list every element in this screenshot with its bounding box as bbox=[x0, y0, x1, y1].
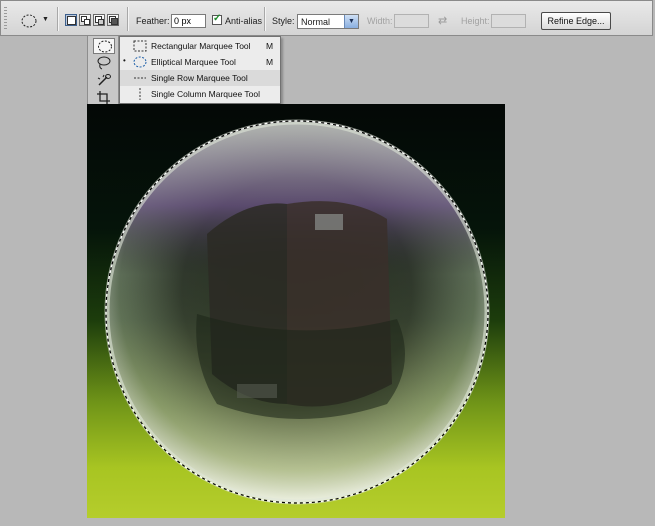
marquee-tool-button[interactable] bbox=[93, 38, 115, 54]
menu-item-label: Single Row Marquee Tool bbox=[151, 73, 248, 83]
style-select[interactable]: Normal ▼ bbox=[297, 14, 359, 29]
antialias-checkbox[interactable]: ✓ bbox=[212, 13, 222, 25]
feather-input[interactable] bbox=[171, 14, 206, 28]
single-column-marquee-icon bbox=[139, 88, 141, 100]
intersect-selection-icon bbox=[109, 16, 118, 25]
rectangle-marquee-icon bbox=[133, 40, 147, 52]
ellipse-marquee-icon bbox=[98, 40, 112, 53]
lasso-icon bbox=[97, 56, 111, 70]
refine-edge-button[interactable]: Refine Edge... bbox=[541, 12, 611, 30]
tool-preset-picker[interactable]: ▼ bbox=[18, 12, 52, 30]
chevron-down-icon[interactable]: ▼ bbox=[344, 15, 358, 28]
style-label: Style: bbox=[272, 16, 295, 26]
intersect-selection-button[interactable] bbox=[107, 14, 119, 26]
subtract-from-selection-button[interactable] bbox=[93, 14, 105, 26]
new-selection-button[interactable] bbox=[65, 14, 77, 26]
menu-item-shortcut: M bbox=[266, 41, 274, 51]
subtract-from-selection-icon bbox=[95, 16, 104, 25]
crop-tool-button[interactable] bbox=[93, 89, 115, 104]
single-row-marquee-icon bbox=[134, 77, 146, 79]
menu-item-elliptical-marquee[interactable]: • Elliptical Marquee Tool M bbox=[120, 54, 280, 70]
crop-icon bbox=[97, 91, 110, 104]
menu-item-shortcut: M bbox=[266, 57, 274, 67]
menu-item-label: Rectangular Marquee Tool bbox=[151, 41, 251, 51]
width-input[interactable] bbox=[394, 14, 429, 28]
selected-bullet-icon: • bbox=[123, 56, 126, 65]
ellipse-marquee-icon bbox=[133, 56, 147, 68]
ellipse-marquee-icon bbox=[21, 14, 37, 28]
bubble-photo bbox=[104, 119, 490, 505]
add-to-selection-button[interactable] bbox=[79, 14, 91, 26]
dropdown-arrow-icon: ▼ bbox=[42, 16, 49, 23]
marquee-tool-flyout-menu: Rectangular Marquee Tool M • Elliptical … bbox=[119, 36, 281, 104]
tools-panel bbox=[87, 36, 119, 104]
document-canvas[interactable] bbox=[87, 104, 505, 518]
checkmark-icon: ✓ bbox=[213, 13, 222, 24]
add-to-selection-icon bbox=[81, 16, 90, 25]
style-select-value: Normal bbox=[301, 17, 331, 27]
swap-width-height-icon[interactable]: ⇄ bbox=[438, 14, 447, 27]
separator bbox=[127, 7, 129, 31]
quick-selection-icon bbox=[97, 74, 111, 86]
separator bbox=[264, 7, 266, 31]
quick-selection-tool-button[interactable] bbox=[93, 72, 115, 88]
options-bar-grip[interactable] bbox=[4, 7, 7, 31]
antialias-label: Anti-alias bbox=[225, 16, 263, 26]
lasso-tool-button[interactable] bbox=[93, 55, 115, 71]
menu-item-single-column-marquee[interactable]: Single Column Marquee Tool bbox=[120, 86, 280, 102]
new-selection-icon bbox=[67, 16, 76, 25]
menu-item-label: Single Column Marquee Tool bbox=[151, 89, 260, 99]
height-input[interactable] bbox=[491, 14, 526, 28]
menu-item-single-row-marquee[interactable]: Single Row Marquee Tool bbox=[120, 70, 280, 86]
separator bbox=[57, 7, 59, 31]
menu-item-label: Elliptical Marquee Tool bbox=[151, 57, 236, 67]
feather-label: Feather: bbox=[136, 16, 170, 26]
height-label: Height: bbox=[461, 16, 490, 26]
width-label: Width: bbox=[367, 16, 393, 26]
menu-item-rectangular-marquee[interactable]: Rectangular Marquee Tool M bbox=[120, 38, 280, 54]
options-bar: ▼ Feather: ✓ Anti-alias Style: Normal ▼ … bbox=[0, 0, 653, 36]
